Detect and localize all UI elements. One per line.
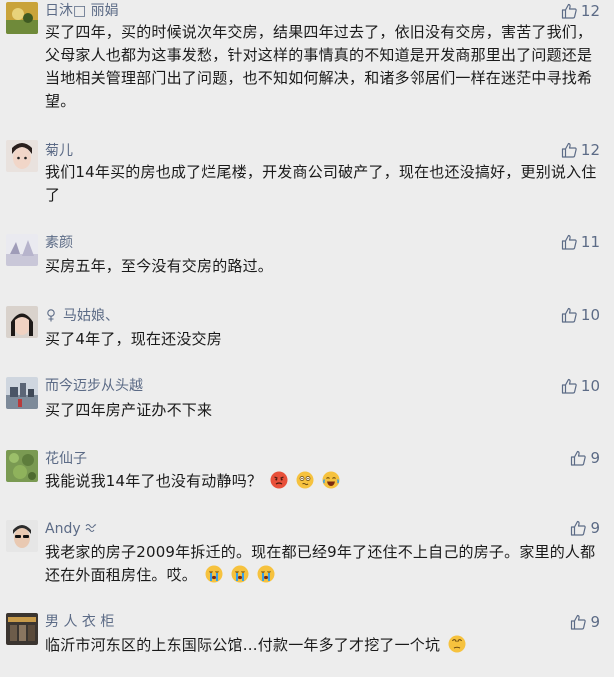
thumbs-up-icon bbox=[561, 307, 577, 323]
thumbs-up-icon bbox=[561, 142, 577, 158]
like-button[interactable]: 9 bbox=[570, 613, 600, 631]
crying-laughing-emoji-icon bbox=[322, 471, 340, 489]
thumbs-up-icon bbox=[561, 3, 577, 19]
like-count: 9 bbox=[590, 449, 600, 467]
comment-text: 我能说我14年了也没有动静吗？ bbox=[45, 470, 600, 493]
crying-face-emoji-icon bbox=[257, 565, 275, 583]
crying-face-emoji-icon bbox=[205, 565, 223, 583]
like-button[interactable]: 10 bbox=[561, 377, 600, 395]
like-button[interactable]: 10 bbox=[561, 306, 600, 324]
like-button[interactable]: 11 bbox=[561, 233, 600, 251]
like-button[interactable]: 12 bbox=[561, 141, 600, 159]
avatar[interactable] bbox=[6, 234, 38, 266]
like-button[interactable]: 9 bbox=[570, 449, 600, 467]
like-count: 12 bbox=[580, 141, 600, 159]
commenter-name[interactable]: 花仙子 bbox=[45, 450, 87, 468]
comment-text: 买了4年了，现在还没交房 bbox=[45, 330, 222, 348]
like-count: 10 bbox=[580, 306, 600, 324]
flower-icon bbox=[47, 309, 55, 322]
avatar[interactable] bbox=[6, 140, 38, 172]
like-button[interactable]: 9 bbox=[570, 519, 600, 537]
commenter-name[interactable]: 素颜 bbox=[45, 234, 73, 252]
comment-text: 买了四年，买的时候说次年交房，结果四年过去了，依旧没有交房，害苦了我们，父母家人… bbox=[45, 23, 593, 110]
commenter-name[interactable]: 而今迈步从头越 bbox=[45, 377, 143, 395]
comment-text-content: 临沂市河东区的上东国际公馆…付款一年多了才挖了一个坑 bbox=[45, 636, 441, 654]
commenter-name-text: Andy bbox=[45, 521, 81, 537]
comment-text-content: 我能说我14年了也没有动静吗？ bbox=[45, 472, 263, 490]
dizzy-face-emoji-icon bbox=[448, 635, 466, 653]
avatar[interactable] bbox=[6, 2, 38, 34]
comment-text: 买房五年，至今没有交房的路过。 bbox=[45, 257, 274, 275]
commenter-name[interactable]: 男 人 衣 柜 bbox=[45, 613, 114, 631]
comment-text: 我们14年买的房也成了烂尾楼，开发商公司破产了，现在也还没搞好，更别说入住了 bbox=[45, 163, 597, 204]
like-count: 11 bbox=[580, 233, 600, 251]
commenter-name[interactable]: 日沐□ 丽娟 bbox=[45, 2, 119, 20]
comment-text: 临沂市河东区的上东国际公馆…付款一年多了才挖了一个坑 bbox=[45, 634, 600, 657]
angry-face-emoji-icon bbox=[270, 471, 288, 489]
commenter-name-text: 马姑娘、 bbox=[63, 308, 119, 324]
confused-face-emoji-icon bbox=[296, 471, 314, 489]
avatar[interactable] bbox=[6, 450, 38, 482]
commenter-name[interactable]: 菊儿 bbox=[45, 142, 73, 160]
avatar[interactable] bbox=[6, 613, 38, 645]
avatar[interactable] bbox=[6, 306, 38, 338]
like-count: 9 bbox=[590, 613, 600, 631]
avatar[interactable] bbox=[6, 377, 38, 409]
thumbs-up-icon bbox=[561, 234, 577, 250]
like-count: 9 bbox=[590, 519, 600, 537]
crying-face-emoji-icon bbox=[231, 565, 249, 583]
commenter-name[interactable]: Andy bbox=[45, 520, 98, 538]
comment-text: 我老家的房子2009年拆迁的。现在都已经9年了还住不上自己的房子。家里的人都还在… bbox=[45, 541, 600, 587]
comment-text: 买了四年房产证办不下来 bbox=[45, 401, 213, 419]
avatar[interactable] bbox=[6, 520, 38, 552]
wave-badge-icon bbox=[85, 523, 96, 533]
thumbs-up-icon bbox=[571, 520, 587, 536]
thumbs-up-icon bbox=[561, 378, 577, 394]
like-count: 10 bbox=[580, 377, 600, 395]
commenter-name[interactable]: 马姑娘、 bbox=[45, 307, 119, 325]
thumbs-up-icon bbox=[571, 450, 587, 466]
like-button[interactable]: 12 bbox=[561, 2, 600, 20]
thumbs-up-icon bbox=[571, 614, 587, 630]
comment-text-content: 我老家的房子2009年拆迁的。现在都已经9年了还住不上自己的房子。家里的人都还在… bbox=[45, 543, 596, 584]
like-count: 12 bbox=[580, 2, 600, 20]
